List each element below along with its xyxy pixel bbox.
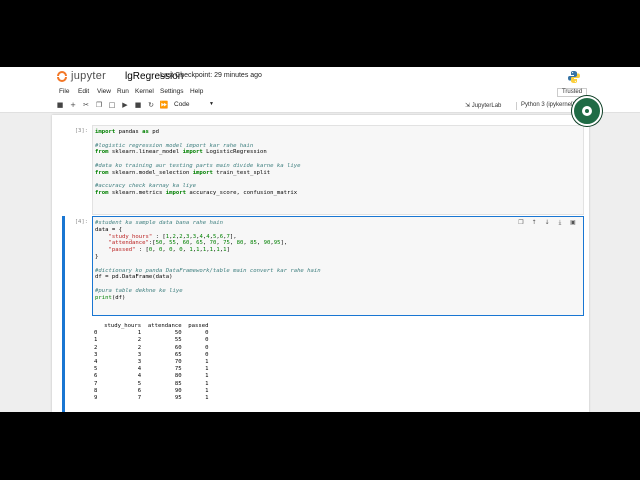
duplicate-icon[interactable]: ❐ [517, 219, 525, 226]
dataframe-row: 1 2 55 0 [94, 337, 209, 344]
menu-run[interactable]: Run [117, 88, 129, 95]
run-icon[interactable]: ▶ [120, 101, 130, 110]
insert-icon[interactable]: ⤓ [556, 219, 564, 226]
code-line: "study_hours" : [1,2,2,3,3,4,4,5,6,7], [108, 233, 237, 240]
code-cell[interactable]: [3]: import pandas as pd #logistic regre… [52, 125, 589, 215]
kernel-name[interactable]: Python 3 (ipykernel) [521, 102, 574, 108]
cell-input[interactable]: import pandas as pd #logistic regression… [92, 125, 584, 215]
menu-view[interactable]: View [97, 88, 111, 95]
cell-toolbar: ❐ ↑ ↓ ⤓ ▣ [517, 219, 577, 226]
code-line: from sklearn.linear_model import Logisti… [95, 149, 267, 156]
dataframe-header: study_hours attendance passed [94, 323, 209, 329]
move-up-icon[interactable]: ↑ [530, 219, 538, 226]
dataframe-row: 3 3 65 0 [94, 351, 209, 358]
code-comment: #data ko training aur testing parts main… [95, 162, 301, 169]
toolbar-divider [516, 102, 517, 110]
code-line: from sklearn.metrics import accuracy_sco… [95, 190, 298, 197]
code-line: from sklearn.model_selection import trai… [95, 169, 271, 176]
cell-prompt: [3]: [74, 128, 88, 134]
code-line: data = { [95, 226, 122, 233]
cell-selection-bar [62, 216, 65, 412]
menu-bar: File Edit View Run Kernel Settings Help … [0, 87, 640, 99]
cell-type-value: Code [174, 101, 190, 108]
jupyter-window: jupyter lgRegression Last Checkpoint: 29… [0, 67, 640, 412]
dataframe-row: 9 7 95 1 [94, 394, 209, 401]
menu-kernel[interactable]: Kernel [135, 88, 154, 95]
code-comment: #pura table dekhne ke liye [95, 287, 183, 294]
jupyter-logo-icon [57, 69, 67, 83]
copy-icon[interactable]: ❐ [94, 101, 104, 110]
code-comment: #logistic regression model import kar ra… [95, 142, 254, 149]
code-line: import pandas as pd [95, 129, 160, 135]
dataframe-row: 5 4 75 1 [94, 366, 209, 373]
code-line: print(df) [95, 294, 126, 301]
code-line: df = pd.DataFrame(data) [95, 274, 173, 281]
jupyter-logo[interactable]: jupyter [57, 69, 106, 83]
menu-file[interactable]: File [59, 88, 69, 95]
channel-badge-icon [572, 96, 602, 126]
menu-help[interactable]: Help [190, 88, 203, 95]
paste-icon[interactable]: □ [107, 101, 117, 110]
checkpoint-status: Last Checkpoint: 29 minutes ago [160, 72, 262, 79]
python-logo-icon [568, 71, 580, 83]
code-cell-active[interactable]: [4]: ❐ ↑ ↓ ⤓ ▣ #student ka sample data b… [52, 216, 589, 412]
code-comment: #dictionary ko panda DataFramework/table… [95, 267, 321, 274]
code-line: "attendance":[50, 55, 60, 65, 70, 75, 80… [108, 240, 288, 247]
dataframe-row: 2 2 60 0 [94, 344, 209, 351]
fast-forward-icon[interactable]: ⏩ [159, 101, 169, 110]
dataframe-row: 6 4 80 1 [94, 373, 209, 380]
dataframe-row: 7 5 85 1 [94, 380, 209, 387]
logo-text: jupyter [71, 70, 107, 82]
dataframe-row: 4 3 70 1 [94, 358, 209, 365]
dataframe-row: 0 1 50 0 [94, 330, 209, 337]
code-comment: #student ka sample data bana rahe hain [95, 220, 223, 226]
chevron-down-icon: ▼ [209, 101, 214, 107]
notebook-toolbar: ■ + ✂ ❐ □ ▶ ■ ↻ ⏩ Code ▼ ⇲ JupyterLab Py… [0, 99, 640, 113]
jupyterlab-label: JupyterLab [471, 103, 502, 109]
menu-edit[interactable]: Edit [78, 88, 89, 95]
header-bar: jupyter lgRegression Last Checkpoint: 29… [0, 67, 640, 87]
menu-settings[interactable]: Settings [160, 88, 184, 95]
notebook-panel: [3]: import pandas as pd #logistic regre… [52, 115, 589, 412]
move-down-icon[interactable]: ↓ [543, 219, 551, 226]
stop-icon[interactable]: ■ [133, 101, 143, 110]
dataframe-row: 8 6 90 1 [94, 387, 209, 394]
restart-icon[interactable]: ↻ [146, 101, 156, 110]
code-line: "passed" : [0, 0, 0, 0, 1,1,1,1,1,1] [108, 247, 230, 254]
cell-type-select[interactable]: Code ▼ [174, 101, 214, 110]
code-comment: #accuracy check karnay ka liye [95, 183, 197, 190]
jupyterlab-link[interactable]: ⇲ JupyterLab [465, 102, 501, 109]
delete-icon[interactable]: ▣ [569, 219, 577, 226]
cell-prompt: [4]: [74, 219, 88, 225]
cell-output: study_hours attendance passed 0 1 50 0 1… [92, 320, 584, 412]
code-line: } [95, 253, 99, 260]
plus-icon[interactable]: + [68, 101, 78, 110]
save-icon[interactable]: ■ [55, 101, 65, 110]
cut-icon[interactable]: ✂ [81, 101, 91, 110]
cell-input[interactable]: ❐ ↑ ↓ ⤓ ▣ #student ka sample data bana r… [92, 216, 584, 316]
